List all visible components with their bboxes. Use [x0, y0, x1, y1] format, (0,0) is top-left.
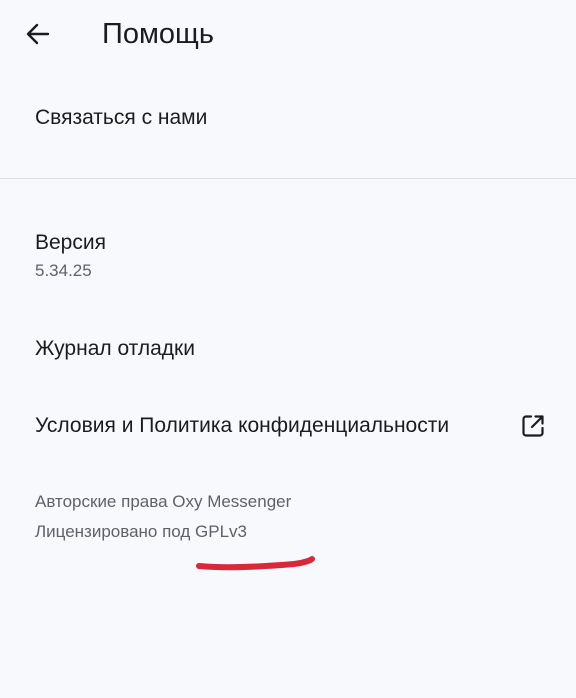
underline-annotation-mark [196, 556, 315, 571]
debug-log-label: Журнал отладки [35, 337, 195, 360]
debug-log-item[interactable]: Журнал отладки [0, 326, 576, 372]
terms-privacy-item[interactable]: Условия и Политика конфиденциальности [0, 402, 576, 450]
page-title: Помощь [102, 18, 215, 50]
terms-privacy-label: Условия и Политика конфиденциальности [35, 414, 450, 437]
arrow-left-icon [26, 23, 50, 45]
back-button[interactable] [18, 14, 58, 54]
copyright-text: Авторские права Oxy Messenger [35, 492, 292, 511]
top-app-bar: Помощь [0, 0, 576, 68]
version-label: Версия [35, 231, 106, 254]
contact-us-label: Связаться с нами [35, 106, 208, 129]
contact-us-item[interactable]: Связаться с нами [0, 96, 576, 144]
section-divider [0, 178, 576, 179]
license-text: Лицензировано под GPLv3 [35, 522, 248, 541]
version-value: 5.34.25 [35, 261, 92, 280]
external-link-icon[interactable] [520, 413, 546, 439]
version-item[interactable]: Версия 5.34.25 [0, 222, 576, 288]
